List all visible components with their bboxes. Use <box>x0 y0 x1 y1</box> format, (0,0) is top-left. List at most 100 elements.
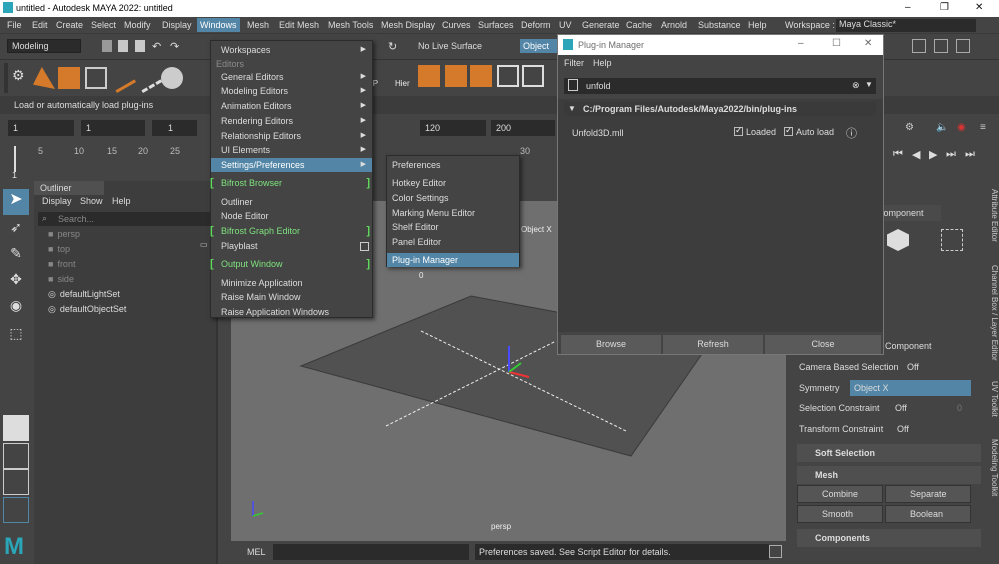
combine-shelf-icon[interactable] <box>522 65 544 87</box>
outliner-item-persp[interactable]: ■ persp <box>48 229 80 239</box>
start-time-field[interactable]: 1 <box>8 120 74 136</box>
chevron-down-icon[interactable]: ▼ <box>865 80 873 89</box>
plugin-path-header[interactable]: ▼ C:/Program Files/Autodesk/Maya2022/bin… <box>564 102 876 116</box>
tab-attribute-editor[interactable]: Attribute Editor <box>985 189 999 242</box>
menu-uv[interactable]: UV <box>559 20 572 30</box>
menu-generate[interactable]: Generate <box>582 20 620 30</box>
menu-mesh-tools[interactable]: Mesh Tools <box>328 20 373 30</box>
menu-edit-mesh[interactable]: Edit Mesh <box>279 20 319 30</box>
step-forward-icon[interactable]: ⏭ <box>946 148 956 161</box>
plugin-menu-filter[interactable]: Filter <box>564 58 584 68</box>
separate-button[interactable]: Separate <box>885 485 971 503</box>
outliner-tab[interactable]: Outliner <box>34 181 104 195</box>
outliner-item-top[interactable]: ■ top <box>48 244 70 254</box>
multi-cut-icon[interactable] <box>131 62 163 94</box>
single-pane-icon[interactable] <box>3 415 29 441</box>
minimize-button[interactable]: – <box>905 2 911 13</box>
close-dialog-button[interactable]: Close <box>765 335 881 354</box>
hier-label[interactable]: Hier <box>395 79 410 88</box>
selection-constraint-label[interactable]: Selection Constraint <box>799 403 880 413</box>
components-header[interactable]: Components <box>797 529 981 547</box>
outliner-menu-show[interactable]: Show <box>80 196 103 206</box>
menu-edit[interactable]: Edit <box>32 20 48 30</box>
tab-uv-toolkit[interactable]: UV Toolkit <box>985 381 999 417</box>
camera-based-selection-value[interactable]: Off <box>907 362 919 372</box>
menu-item-panel-editor[interactable]: Panel Editor <box>387 235 519 249</box>
outliner-menu-help[interactable]: Help <box>112 196 131 206</box>
menu-modify[interactable]: Modify <box>124 20 151 30</box>
menu-file[interactable]: File <box>7 20 22 30</box>
menu-item-color-settings[interactable]: Color Settings <box>387 191 519 205</box>
outliner-layout-icon[interactable] <box>3 497 29 523</box>
maximize-button[interactable]: ☐ <box>832 38 841 49</box>
browse-button[interactable]: Browse <box>561 335 661 354</box>
menu-item-bifrost-graph-editor[interactable]: [Bifrost Graph Editor] <box>210 224 372 238</box>
outliner-item-side[interactable]: ■ side <box>48 274 74 284</box>
clear-search-icon[interactable]: ⊗ <box>852 80 860 91</box>
menu-item-workspaces[interactable]: Workspaces ▶ <box>211 43 372 57</box>
option-box-icon[interactable] <box>360 242 369 251</box>
outliner-item-defaultObjectSet[interactable]: ◎ defaultObjectSet <box>48 304 126 315</box>
menu-item-plug-in-manager[interactable]: Plug-in Manager <box>387 253 519 267</box>
scale-tool-icon[interactable]: ⬚ <box>3 325 29 351</box>
outliner-search[interactable]: ⌕ Search... <box>38 212 214 226</box>
poly-cube-icon[interactable] <box>58 67 80 89</box>
boolean-button[interactable]: Boolean <box>885 505 971 523</box>
object-mode-icon[interactable] <box>887 229 909 251</box>
menu-arnold[interactable]: Arnold <box>661 20 687 30</box>
menu-item-output-window[interactable]: [Output Window] <box>210 257 372 271</box>
open-scene-icon[interactable] <box>118 40 128 52</box>
redo-icon[interactable]: ↷ <box>170 40 179 53</box>
end-time-field[interactable]: 200 <box>491 120 555 136</box>
menu-item-hotkey-editor[interactable]: Hotkey Editor <box>387 176 519 190</box>
script-editor-icon[interactable] <box>769 545 782 558</box>
smooth-button[interactable]: Smooth <box>797 505 883 523</box>
menu-item-animation-editors[interactable]: Animation Editors ▶ <box>211 99 372 113</box>
tab-modeling-toolkit[interactable]: Modeling Toolkit <box>985 439 999 496</box>
live-icon[interactable]: ↻ <box>388 40 397 53</box>
go-to-end-icon[interactable]: ⏭ <box>965 148 975 161</box>
menu-item-modeling-editors[interactable]: Modeling Editors ▶ <box>211 84 372 98</box>
workspace-select[interactable]: Maya Classic* <box>836 19 976 32</box>
minimize-button[interactable]: – <box>798 38 804 49</box>
soft-selection-header[interactable]: Soft Selection <box>797 444 981 462</box>
menu-item-raise-application-windows[interactable]: Raise Application Windows <box>211 305 372 319</box>
mesh-header[interactable]: Mesh <box>797 466 981 484</box>
lasso-tool-icon[interactable]: ➶ <box>3 219 29 245</box>
menu-display[interactable]: Display <box>162 20 192 30</box>
menu-help[interactable]: Help <box>748 20 767 30</box>
script-lang-label[interactable]: MEL <box>247 547 266 557</box>
step-back-icon[interactable]: ◀ <box>912 148 920 161</box>
gear-icon[interactable]: ⚙ <box>12 67 34 89</box>
loaded-checkbox[interactable]: Loaded <box>734 125 776 137</box>
menu-item-relationship-editors[interactable]: Relationship Editors ▶ <box>211 129 372 143</box>
menu-cache[interactable]: Cache <box>626 20 652 30</box>
menu-item-outliner[interactable]: Outliner <box>211 195 372 209</box>
menu-item-ui-elements[interactable]: UI Elements ▶ <box>211 143 372 157</box>
sound-icon[interactable]: 🔈 <box>936 122 948 133</box>
autoload-checkbox[interactable]: Auto load <box>784 125 834 137</box>
maximize-button[interactable]: ❐ <box>940 2 949 13</box>
sphere-icon[interactable] <box>161 67 183 89</box>
current-time-marker[interactable] <box>14 146 16 172</box>
edit-tool-icon[interactable] <box>105 62 137 94</box>
menu-surfaces[interactable]: Surfaces <box>478 20 514 30</box>
play-icon[interactable]: ▶ <box>929 148 937 161</box>
toggle-panel-icon[interactable] <box>934 39 948 53</box>
menu-create[interactable]: Create <box>56 20 83 30</box>
layout-icon[interactable] <box>3 443 29 469</box>
menu-curves[interactable]: Curves <box>442 20 471 30</box>
bevel-icon[interactable] <box>470 65 492 87</box>
curve-tool-icon[interactable] <box>33 67 55 89</box>
camera-based-selection-label[interactable]: Camera Based Selection <box>799 362 899 372</box>
mode-select[interactable]: Modeling <box>7 39 81 53</box>
settings-icon[interactable]: ≡ <box>980 122 986 133</box>
menu-item-general-editors[interactable]: General Editors ▶ <box>211 70 372 84</box>
undo-icon[interactable]: ↶ <box>152 40 161 53</box>
save-scene-icon[interactable] <box>135 40 145 52</box>
tab-channel-box[interactable]: Channel Box / Layer Editor <box>985 265 999 361</box>
paint-select-icon[interactable]: ✎ <box>3 245 29 271</box>
command-input[interactable] <box>273 544 469 560</box>
menu-item-minimize-application[interactable]: Minimize Application <box>211 276 372 290</box>
bridge-icon[interactable] <box>445 65 467 87</box>
